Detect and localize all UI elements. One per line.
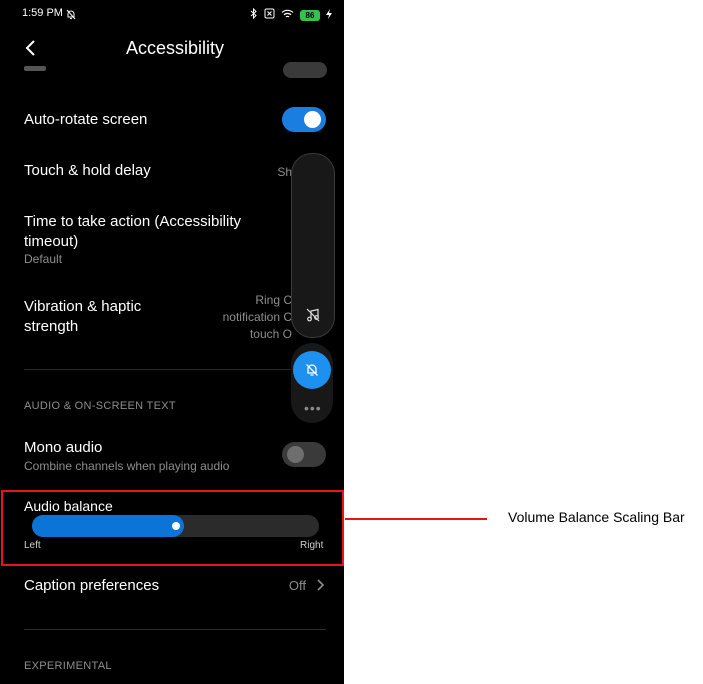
caption-preferences-label[interactable]: Caption preferences — [24, 576, 159, 596]
mono-audio-label: Mono audio — [24, 439, 103, 456]
bluetooth-icon — [250, 6, 258, 24]
audio-section-header: AUDIO & ON-SCREEN TEXT — [24, 400, 176, 412]
bell-off-icon — [306, 364, 318, 376]
vibration-label-line2[interactable]: strength — [24, 317, 78, 337]
timeout-label-line1[interactable]: Time to take action (Accessibility — [24, 212, 241, 232]
ringer-mode-button[interactable] — [293, 351, 331, 389]
auto-rotate-toggle[interactable] — [282, 107, 326, 132]
touch-hold-delay-label[interactable]: Touch & hold delay — [24, 161, 151, 181]
status-time: 1:59 PM — [22, 7, 63, 19]
music-note-off-icon — [306, 308, 320, 327]
timeout-value: Default — [24, 252, 63, 266]
charging-icon — [326, 6, 332, 24]
annotation-callout-line — [345, 518, 487, 520]
volume-slider-panel[interactable] — [291, 153, 335, 338]
wifi-icon — [281, 6, 294, 24]
phone-screen: 1:59 PM 86 Accessibility Auto-rotate scr… — [0, 0, 344, 684]
experimental-section-header: EXPERIMENTAL — [24, 660, 112, 672]
toggle-knob — [287, 446, 304, 463]
mono-audio-toggle[interactable] — [282, 442, 326, 467]
annotation-label: Volume Balance Scaling Bar — [508, 509, 685, 525]
mono-audio-description: Combine channels when playing audio — [24, 459, 230, 473]
status-icons: 86 — [250, 6, 332, 24]
caption-preferences-value: Off — [288, 578, 306, 593]
vibration-value-line2: notification C — [222, 310, 292, 324]
touch-hold-delay-value: Sh — [277, 165, 292, 179]
timeout-label-line2[interactable]: timeout) — [24, 232, 78, 252]
section-divider — [24, 369, 326, 370]
battery-indicator: 86 — [300, 9, 320, 21]
auto-rotate-label: Auto-rotate screen — [24, 111, 148, 128]
vibration-value-line3: touch O — [249, 327, 292, 341]
status-bar: 1:59 PM 86 — [0, 0, 344, 26]
toggle-knob — [304, 111, 321, 128]
vibration-value-line1: Ring C — [255, 293, 292, 307]
chevron-right-icon[interactable] — [316, 578, 326, 597]
bell-off-icon — [66, 7, 76, 25]
sim-none-icon — [264, 6, 275, 24]
annotation-highlight-box — [1, 490, 344, 566]
previous-row-text-fragment — [24, 66, 46, 71]
vibration-label-line1[interactable]: Vibration & haptic — [24, 297, 141, 317]
volume-more-button[interactable]: ••• — [304, 400, 322, 416]
page-title: Accessibility — [125, 38, 225, 58]
section-divider — [24, 629, 326, 630]
previous-row-toggle[interactable] — [283, 62, 327, 78]
